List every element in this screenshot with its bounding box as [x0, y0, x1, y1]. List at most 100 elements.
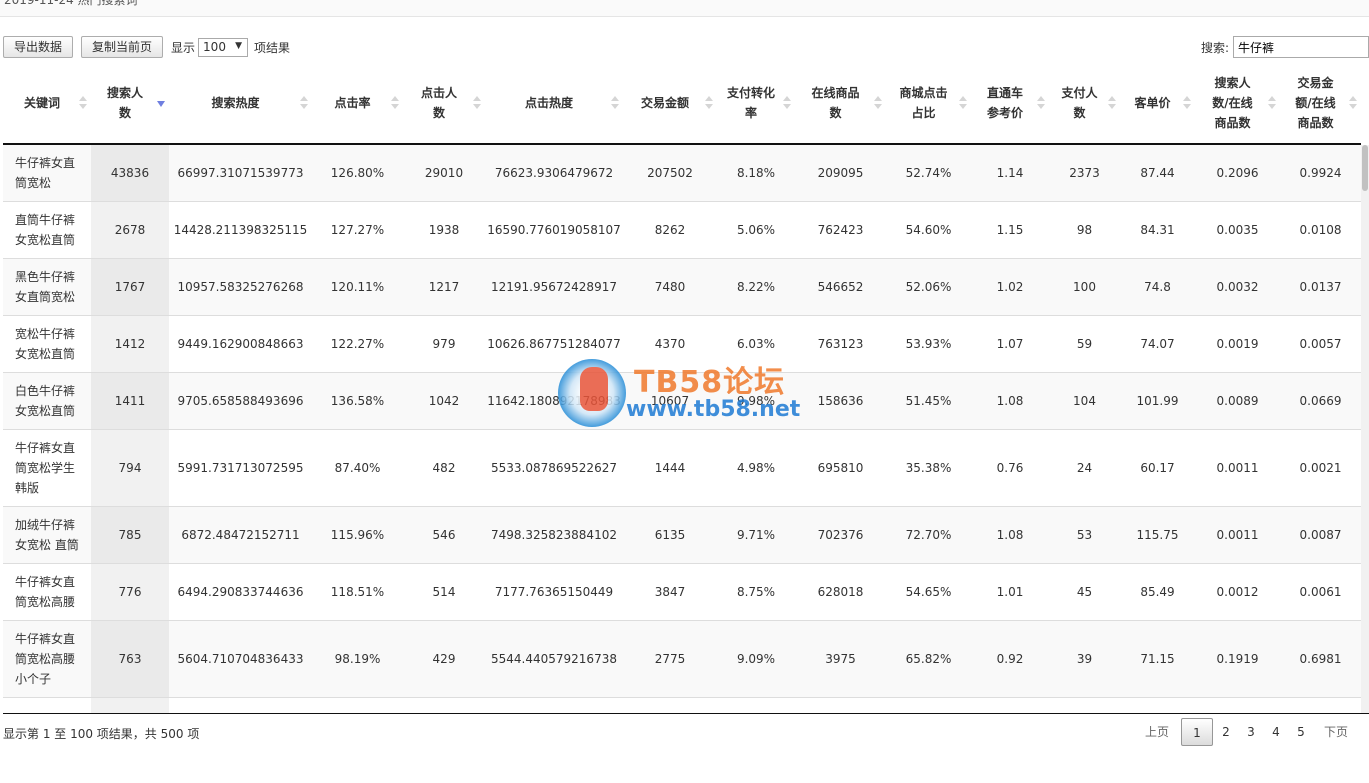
sort-icon[interactable]	[300, 96, 308, 110]
sort-icon[interactable]	[1037, 96, 1045, 110]
table-cell: 104	[1073, 394, 1096, 408]
table-cell: 9.98%	[736, 394, 776, 408]
vertical-scrollbar[interactable]	[1361, 145, 1369, 713]
table-cell: 0.9924	[1299, 166, 1342, 180]
table-cell: 0.0021	[1299, 461, 1342, 475]
table-cell: 53.93%	[905, 337, 952, 351]
table-cell: 0.76	[996, 461, 1024, 475]
column-header-label: 交易金额	[640, 96, 689, 110]
sort-icon[interactable]	[1108, 96, 1116, 110]
page-button[interactable]: 1	[1180, 718, 1213, 746]
column-header[interactable]: 客单价	[1120, 63, 1195, 143]
table-cell	[971, 698, 1049, 713]
table-cell: 118.51%	[330, 585, 385, 599]
table-cell: 120.11%	[330, 280, 385, 294]
table-row: 牛仔裤女直	[3, 698, 1361, 713]
table-cell: 54.65%	[905, 585, 952, 599]
column-header-label: 点击人数	[420, 86, 457, 120]
sort-icon[interactable]	[1183, 96, 1191, 110]
column-header-label: 支付转化率	[726, 86, 775, 120]
column-header[interactable]: 点击人数	[403, 63, 485, 143]
table-cell: 209095	[817, 166, 864, 180]
sort-icon[interactable]	[79, 96, 87, 110]
table-cell	[886, 698, 971, 713]
table-cell: 43836	[91, 145, 169, 201]
table-cell: 85.49	[1140, 585, 1175, 599]
table-cell: 14428.211398325115	[173, 223, 308, 237]
table-cell: 59	[1076, 337, 1093, 351]
table-cell: 0.0011	[1216, 461, 1259, 475]
table-cell: 0.6981	[1299, 652, 1342, 666]
column-header[interactable]: 支付人数	[1049, 63, 1120, 143]
table-cell: 1042	[428, 394, 460, 408]
sort-icon[interactable]	[783, 96, 791, 110]
sort-icon[interactable]	[473, 96, 481, 110]
table-cell: 0.0089	[1216, 394, 1259, 408]
column-header-label: 客单价	[1134, 96, 1171, 110]
sort-icon[interactable]	[1268, 96, 1276, 110]
table-row: 白色牛仔裤 女宽松直筒 1411 9705.658588493696 136.58% 10…	[3, 373, 1361, 430]
table-cell	[717, 698, 795, 713]
sort-icon[interactable]	[705, 96, 713, 110]
table-cell: 126.80%	[330, 166, 385, 180]
next-page-button[interactable]: 下页	[1319, 718, 1353, 746]
page-button[interactable]: 3	[1239, 718, 1263, 746]
table-cell: 0.1919	[1216, 652, 1259, 666]
table-cell: 794	[91, 430, 169, 506]
page-length-value: 100	[203, 40, 226, 54]
table-cell: 5991.731713072595	[177, 461, 304, 475]
page-length-select[interactable]: 100 ▼	[198, 37, 249, 57]
table-cell: 6135	[654, 528, 686, 542]
column-header[interactable]: 商城点击 占比	[886, 63, 971, 143]
column-header[interactable]: 搜索热度	[169, 63, 312, 143]
page-button[interactable]: 2	[1214, 718, 1238, 746]
prev-page-button[interactable]: 上页	[1140, 718, 1174, 746]
column-header[interactable]: 关键词	[3, 63, 91, 143]
export-button[interactable]: 导出数据	[3, 36, 74, 58]
column-header[interactable]: 点击率	[312, 63, 403, 143]
column-header[interactable]: 支付转化率	[717, 63, 795, 143]
table-cell: 6494.290833744636	[177, 585, 304, 599]
sort-icon[interactable]	[611, 96, 619, 110]
table-cell: 1411	[91, 373, 169, 429]
table-cell: 35.38%	[905, 461, 952, 475]
table-cell: 12191.95672428917	[491, 280, 617, 294]
table-cell: 98.19%	[334, 652, 381, 666]
table-cell: 8.18%	[736, 166, 776, 180]
column-header[interactable]: 点击热度	[485, 63, 623, 143]
table-cell: 76623.9306479672	[494, 166, 614, 180]
column-header[interactable]: 直通车 参考价	[971, 63, 1049, 143]
column-header[interactable]: 在线商品数	[795, 63, 886, 143]
column-header[interactable]: 搜索人 数/在线 商品数	[1195, 63, 1280, 143]
table-cell: 546	[432, 528, 456, 542]
sort-icon[interactable]	[959, 96, 967, 110]
table-cell: 628018	[817, 585, 864, 599]
table-cell: 5.06%	[736, 223, 776, 237]
table-cell: 101.99	[1136, 394, 1179, 408]
page-button[interactable]: 5	[1289, 718, 1313, 746]
copy-page-button[interactable]: 复制当前页	[81, 36, 164, 58]
scrollbar-thumb[interactable]	[1362, 145, 1368, 191]
table-cell	[623, 698, 717, 713]
table-row: 牛仔裤女直 筒宽松 43836 66997.31071539773 126.80% 290…	[3, 145, 1361, 202]
table-cell: 51.45%	[905, 394, 952, 408]
table-cell: 9705.658588493696	[177, 394, 304, 408]
table-cell: 10957.58325276268	[177, 280, 304, 294]
table-cell	[403, 698, 485, 713]
table-cell	[1049, 698, 1120, 713]
column-header[interactable]: 交易金额	[623, 63, 717, 143]
table-cell: 5544.440579216738	[491, 652, 617, 666]
sort-icon[interactable]	[1349, 96, 1357, 110]
table-cell: 8262	[654, 223, 686, 237]
search-input[interactable]	[1233, 36, 1369, 58]
sort-icon[interactable]	[874, 96, 882, 110]
column-header[interactable]: 搜索人数	[91, 63, 169, 143]
table-cell: 1.01	[996, 585, 1024, 599]
sort-desc-icon[interactable]	[157, 96, 165, 110]
column-header[interactable]: 交易金 额/在线 商品数	[1280, 63, 1361, 143]
table-row: 牛仔裤女直 筒宽松高腰 小个子 763 5604.710704836433 98.19% 4…	[3, 621, 1361, 698]
page-button[interactable]: 4	[1264, 718, 1288, 746]
sort-icon[interactable]	[391, 96, 399, 110]
table-cell: 71.15	[1140, 652, 1175, 666]
table-cell: 100	[1073, 280, 1096, 294]
